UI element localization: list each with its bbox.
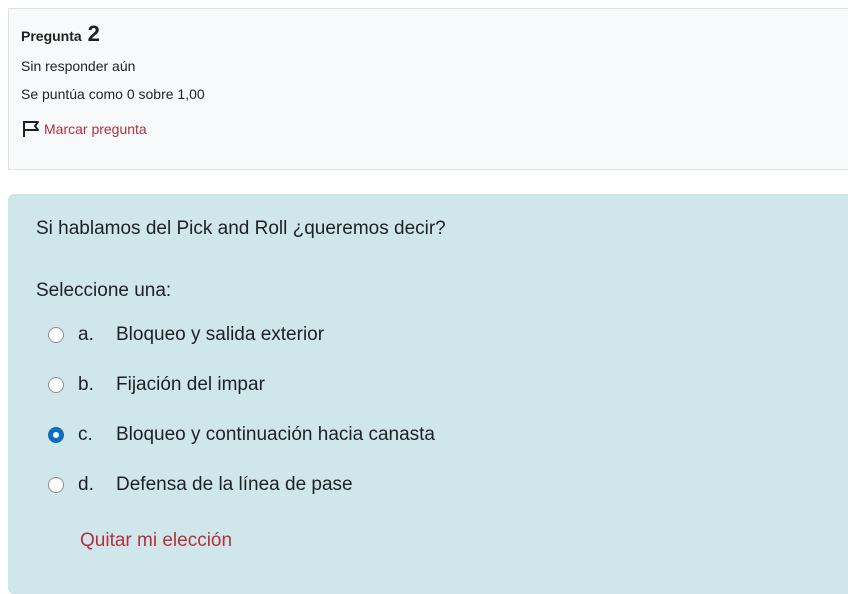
radio-button[interactable] — [48, 477, 64, 493]
question-heading: Pregunta 2 — [21, 21, 843, 47]
radio-button[interactable] — [48, 327, 64, 343]
answer-option-d[interactable]: d. Defensa de la línea de pase — [48, 472, 435, 498]
answer-prompt: Seleccione una: — [36, 280, 172, 301]
answer-letter: d. — [78, 474, 94, 495]
answer-text: Defensa de la línea de pase — [116, 474, 353, 495]
question-number: 2 — [87, 21, 100, 46]
question-info-panel: Pregunta 2 Sin responder aún Se puntúa c… — [8, 8, 848, 170]
answer-option-b[interactable]: b. Fijación del impar — [48, 372, 435, 398]
radio-button-selected[interactable] — [48, 427, 64, 443]
answer-letter: b. — [78, 374, 94, 395]
answer-option-a[interactable]: a. Bloqueo y salida exterior — [48, 322, 435, 348]
flag-question-label: Marcar pregunta — [44, 121, 147, 137]
question-grade: Se puntúa como 0 sobre 1,00 — [21, 86, 205, 102]
answer-letter: c. — [78, 424, 93, 445]
question-text: Si hablamos del Pick and Roll ¿queremos … — [36, 218, 446, 239]
answer-list: a. Bloqueo y salida exterior b. Fijación… — [48, 322, 435, 522]
answer-text: Bloqueo y salida exterior — [116, 324, 325, 345]
question-content-panel: Si hablamos del Pick and Roll ¿queremos … — [8, 194, 848, 594]
flag-icon — [23, 121, 39, 137]
answer-option-c[interactable]: c. Bloqueo y continuación hacia canasta — [48, 422, 435, 448]
clear-choice-link[interactable]: Quitar mi elección — [80, 528, 232, 554]
answer-text: Fijación del impar — [116, 374, 265, 395]
question-label: Pregunta — [21, 28, 82, 44]
flag-question-link[interactable]: Marcar pregunta — [21, 120, 843, 138]
answer-text: Bloqueo y continuación hacia canasta — [116, 424, 436, 445]
radio-button[interactable] — [48, 377, 64, 393]
answer-letter: a. — [78, 324, 94, 345]
question-status: Sin responder aún — [21, 58, 136, 74]
